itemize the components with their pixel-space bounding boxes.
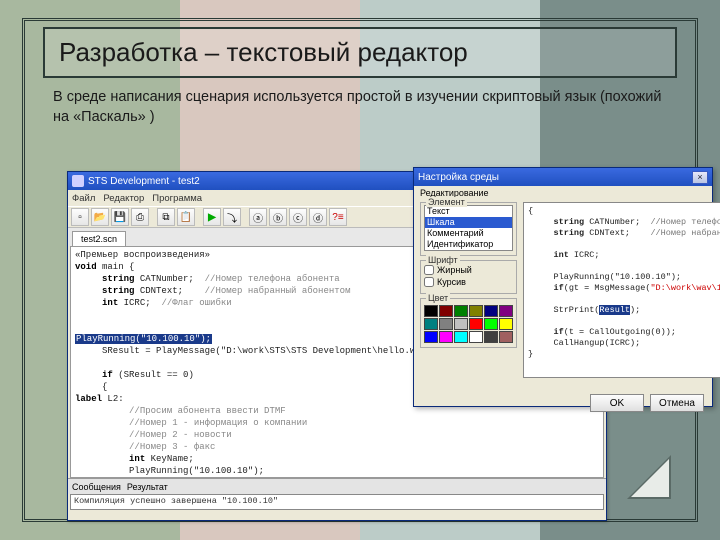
color-swatch[interactable] — [454, 318, 468, 330]
copy-icon[interactable]: ⧉ — [157, 208, 175, 226]
dialog-title: Настройка среды — [418, 172, 499, 183]
menu-program[interactable]: Программа — [152, 193, 202, 204]
slide-subtitle: В среде написания сценария используется … — [53, 88, 667, 127]
color-swatch[interactable] — [484, 305, 498, 317]
color-swatch[interactable] — [499, 305, 513, 317]
run-icon[interactable]: ▶ — [203, 208, 221, 226]
color-swatch[interactable] — [424, 331, 438, 343]
cancel-button[interactable]: Отмена — [650, 394, 704, 412]
ok-button[interactable]: OK — [590, 394, 644, 412]
preview-pane: { string CATNumber; //Номер телефона str… — [523, 202, 720, 378]
font-label: Шрифт — [426, 255, 460, 265]
color-swatch[interactable] — [499, 331, 513, 343]
dialog-titlebar: Настройка среды × — [414, 168, 712, 186]
color-group: Цвет — [420, 298, 517, 348]
color-palette[interactable] — [424, 305, 513, 343]
bold-checkbox[interactable]: Жирный — [424, 265, 513, 275]
status-tab-result[interactable]: Результат — [127, 482, 168, 492]
italic-checkbox[interactable]: Курсив — [424, 277, 513, 287]
elements-listbox[interactable]: ТекстШкалаКомментарийИдентификатор — [424, 205, 513, 251]
app-icon — [72, 175, 84, 187]
color-swatch[interactable] — [469, 305, 483, 317]
tab-file[interactable]: test2.scn — [72, 231, 126, 246]
dialog-close-button[interactable]: × — [692, 171, 708, 184]
color-swatch[interactable] — [469, 331, 483, 343]
elements-label: Элемент — [426, 197, 467, 207]
font-group: Шрифт Жирный Курсив — [420, 260, 517, 294]
new-icon[interactable]: ▫ — [71, 208, 89, 226]
color-swatch[interactable] — [499, 318, 513, 330]
output-pane: Компиляция успешно завершена "10.100.10" — [70, 494, 604, 510]
step-icon[interactable]: ⤵ — [223, 208, 241, 226]
color-swatch[interactable] — [424, 305, 438, 317]
color-swatch[interactable] — [439, 305, 453, 317]
open-icon[interactable]: 📂 — [91, 208, 109, 226]
save-icon[interactable]: 💾 — [111, 208, 129, 226]
page-curl-icon — [627, 455, 671, 499]
menu-edit[interactable]: Редактор — [103, 193, 144, 204]
color-swatch[interactable] — [439, 318, 453, 330]
title-box: Разработка – текстовый редактор — [43, 27, 677, 78]
color-swatch[interactable] — [469, 318, 483, 330]
color-swatch[interactable] — [484, 318, 498, 330]
color-label: Цвет — [426, 293, 450, 303]
slide-title: Разработка – текстовый редактор — [59, 37, 661, 68]
help-icon[interactable]: ?≡ — [329, 208, 347, 226]
status-tabstrip: Сообщения Результат — [68, 478, 606, 494]
paste-icon[interactable]: 📋 — [177, 208, 195, 226]
ide-window-title: STS Development - test2 — [88, 176, 200, 187]
color-swatch[interactable] — [454, 305, 468, 317]
saveall-icon[interactable]: ⎙ — [131, 208, 149, 226]
status-tab-messages[interactable]: Сообщения — [72, 482, 121, 492]
tool-a3-icon[interactable]: ⓒ — [289, 208, 307, 226]
color-swatch[interactable] — [439, 331, 453, 343]
color-swatch[interactable] — [454, 331, 468, 343]
settings-dialog: Настройка среды × Редактирование Элемент… — [413, 167, 713, 407]
tool-a2-icon[interactable]: ⓑ — [269, 208, 287, 226]
tool-a4-icon[interactable]: ⓓ — [309, 208, 327, 226]
elements-group: Элемент ТекстШкалаКомментарийИдентификат… — [420, 202, 517, 256]
color-swatch[interactable] — [484, 331, 498, 343]
menu-file[interactable]: Файл — [72, 193, 95, 204]
color-swatch[interactable] — [424, 318, 438, 330]
tool-a1-icon[interactable]: ⓐ — [249, 208, 267, 226]
slide-frame: Разработка – текстовый редактор В среде … — [22, 18, 698, 522]
